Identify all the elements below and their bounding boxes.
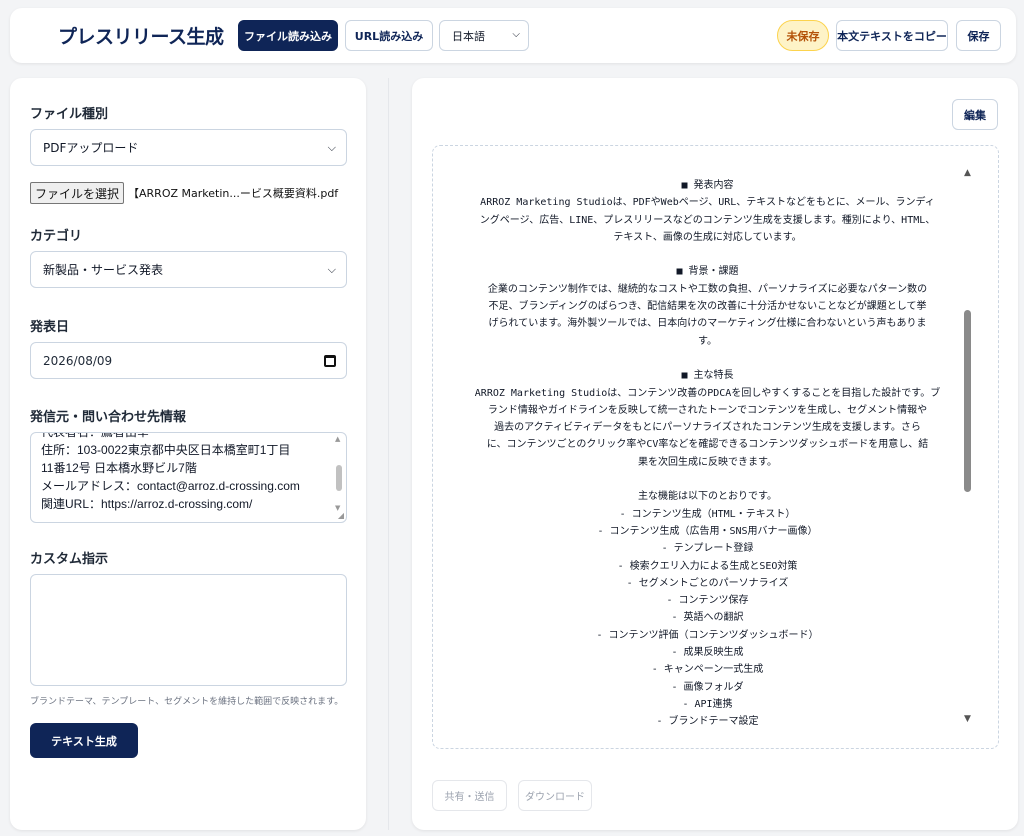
preview-line xyxy=(449,471,966,488)
preview-area: ■ 発表内容 ARROZ Marketing Studioは、PDFやWebページ… xyxy=(432,145,999,749)
preview-line: す。 xyxy=(698,335,717,347)
custom-instruction-label: カスタム指示 xyxy=(30,552,109,567)
preview-line: ARROZ Marketing Studioは、PDFやWebページ、URL、テ… xyxy=(480,197,935,209)
preview-panel: 編集 ■ 発表内容 ARROZ Marketing Studioは、PDFやWeb… xyxy=(412,78,1018,830)
contact-line: 11番12号 日本橋水野ビル7階 xyxy=(41,461,197,475)
preview-line: ランド情報やガイドラインを反映して統一されたトーンでコンテンツを生成し、セグメン… xyxy=(487,404,928,416)
choose-file-button[interactable]: ファイルを選択 xyxy=(30,182,125,204)
scroll-up-icon[interactable]: ▲ xyxy=(964,168,971,178)
preview-line: - コンテンツ生成（HTML・テキスト） xyxy=(619,508,796,520)
preview-line: - コンテンツ生成（広告用・SNS用バナー画像） xyxy=(597,525,818,537)
scroll-up-icon[interactable]: ▲ xyxy=(335,435,340,443)
category-label: カテゴリ xyxy=(30,229,83,244)
category-select[interactable]: 新製品・サービス発表 ⌵ xyxy=(30,251,347,288)
contact-label: 発信元・問い合わせ先情報 xyxy=(30,410,187,425)
preview-line: - セグメントごとのパーソナライズ xyxy=(626,577,789,589)
preview-line: - テンプレート登録 xyxy=(661,543,754,555)
file-name: 【ARROZ Marketin...ービス概要資料.pdf xyxy=(128,187,339,200)
preview-line: 企業のコンテンツ制作では、継続的なコストや工数の負担、パーソナライズに必要なパタ… xyxy=(487,283,928,295)
save-button[interactable]: 保存 xyxy=(956,20,1001,51)
chevron-down-icon: ⌵ xyxy=(327,141,336,154)
preview-line: 主な機能は以下のとおりです。 xyxy=(638,491,777,503)
preview-line: - API連携 xyxy=(682,698,733,710)
settings-panel: ファイル種別 PDFアップロード ⌵ ファイルを選択 【ARROZ Market… xyxy=(10,78,366,830)
preview-line: - 英語への翻訳 xyxy=(671,612,744,624)
file-type-label: ファイル種別 xyxy=(30,107,109,122)
preview-line: - 画像フォルダ xyxy=(671,681,744,693)
scroll-down-icon[interactable]: ▼ xyxy=(964,714,971,724)
preview-line: ングページ、広告、LINE、プレスリリースなどのコンテンツ生成を支援します。種別… xyxy=(479,214,936,226)
preview-line: 不足、ブランディングのばらつき、配信結果を次の改善に十分活かせないことなどが課題… xyxy=(488,301,927,313)
copy-text-button[interactable]: 本文テキストをコピー xyxy=(836,20,948,51)
edit-button[interactable]: 編集 xyxy=(952,99,998,130)
preview-line: テキスト、画像の生成に対応しています。 xyxy=(613,231,802,243)
preview-line: に、コンテンツごとのクリック率やCV率などを確認できるコンテンツダッシュボードを… xyxy=(486,439,929,451)
top-bar: プレスリリース生成 ファイル読み込み URL読み込み 日本語 ⌵ 未保存 本文テ… xyxy=(10,8,1016,63)
contact-line: 関連URL：https://arroz.d-crossing.com/ xyxy=(41,497,253,511)
file-type-select[interactable]: PDFアップロード ⌵ xyxy=(30,129,347,166)
preview-line: - コンテンツ評価（コンテンツダッシュボード） xyxy=(596,629,819,641)
chevron-down-icon: ⌵ xyxy=(327,263,336,276)
unsaved-badge: 未保存 xyxy=(777,20,829,51)
calendar-icon[interactable] xyxy=(324,355,336,367)
preview-line: 果を次回生成に反映できます。 xyxy=(638,456,777,468)
chevron-down-icon: ⌵ xyxy=(512,29,520,40)
contact-text: 代表者名：鷹者由幸 住所：103-0022東京都中央区日本橋室町1丁目 11番1… xyxy=(41,432,333,513)
download-button[interactable]: ダウンロード xyxy=(518,780,592,811)
url-import-tab[interactable]: URL読み込み xyxy=(345,20,433,51)
contact-line: メールアドレス：contact@arroz.d-crossing.com xyxy=(41,479,300,493)
preview-line: - コンテンツ保存 xyxy=(666,595,749,607)
generate-text-button[interactable]: テキスト生成 xyxy=(30,723,138,758)
preview-line: 過去のアクティビティデータをもとにパーソナライズされたコンテンツ生成を支援します… xyxy=(494,422,921,434)
preview-scrollbar[interactable]: ▲ ▼ xyxy=(962,168,976,724)
preview-line: - キャンペーン一式生成 xyxy=(651,664,764,676)
scroll-thumb[interactable] xyxy=(336,465,342,491)
preview-line: ■ 発表内容 xyxy=(681,180,734,191)
language-select[interactable]: 日本語 ⌵ xyxy=(439,20,529,51)
category-value: 新製品・サービス発表 xyxy=(43,263,164,277)
preview-line: - 成果反映生成 xyxy=(671,647,744,659)
preview-line: ■ 主な特長 xyxy=(681,370,734,382)
date-label: 発表日 xyxy=(30,320,70,335)
contact-line: 代表者名：鷹者由幸 xyxy=(41,432,150,439)
resize-handle-icon[interactable]: ◢ xyxy=(338,512,344,520)
preview-line xyxy=(449,246,966,263)
date-input[interactable]: 2026/08/09 xyxy=(30,342,347,379)
file-import-tab[interactable]: ファイル読み込み xyxy=(238,20,338,51)
scroll-thumb[interactable] xyxy=(964,310,971,492)
preview-line: ARROZ Marketing Studioは、コンテンツ改善のPDCAを回しや… xyxy=(474,387,941,399)
preview-line: - ブランドテーマ設定 xyxy=(656,716,759,728)
preview-text: ■ 発表内容 ARROZ Marketing Studioは、PDFやWebページ… xyxy=(449,177,966,731)
panel-divider xyxy=(388,78,389,830)
preview-line: げられています。海外製ツールでは、日本向けのマーケティング仕様に合わないという声… xyxy=(488,318,927,330)
preview-line xyxy=(449,350,966,367)
file-type-value: PDFアップロード xyxy=(43,141,139,155)
share-button[interactable]: 共有・送信 xyxy=(432,780,507,811)
contact-textarea[interactable]: 代表者名：鷹者由幸 住所：103-0022東京都中央区日本橋室町1丁目 11番1… xyxy=(30,432,347,523)
date-value: 2026/08/09 xyxy=(43,353,113,368)
preview-line: - 検索クエリ入力による生成とSEO対策 xyxy=(617,560,798,572)
language-select-value: 日本語 xyxy=(452,29,485,43)
custom-instruction-hint: ブランドテーマ、テンプレート、セグメントを維持した範囲で反映されます。 xyxy=(30,697,344,707)
textarea-scrollbar[interactable]: ▲ ▼ xyxy=(334,435,344,520)
file-input: ファイルを選択 【ARROZ Marketin...ービス概要資料.pdf xyxy=(30,182,338,204)
page-title: プレスリリース生成 xyxy=(58,26,224,48)
preview-line: ■ 背景・課題 xyxy=(676,266,739,278)
contact-line: 住所：103-0022東京都中央区日本橋室町1丁目 xyxy=(41,443,291,457)
custom-instruction-textarea[interactable] xyxy=(30,574,347,686)
